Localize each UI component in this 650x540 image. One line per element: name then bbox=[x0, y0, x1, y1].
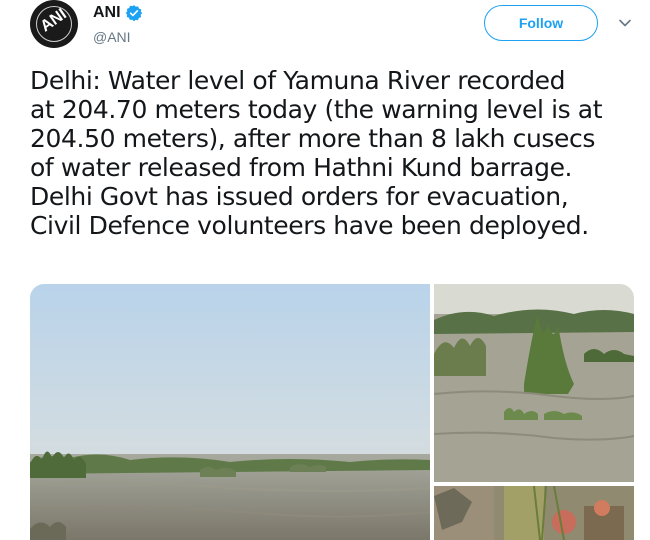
follow-button[interactable]: Follow bbox=[484, 5, 598, 41]
tweet-text: Delhi: Water level of Yamuna River recor… bbox=[30, 66, 645, 240]
tweet-text-line: Delhi: Water level of Yamuna River recor… bbox=[30, 66, 566, 95]
photo-submerged-shrubs[interactable] bbox=[434, 284, 634, 482]
tweet-text-line: Delhi Govt has issued orders for evacuat… bbox=[30, 182, 569, 211]
tweet-text-line: at 204.70 meters today (the warning leve… bbox=[30, 95, 603, 124]
display-name[interactable]: ANI bbox=[93, 4, 121, 22]
author-name-row[interactable]: ANI bbox=[93, 2, 143, 24]
author-handle[interactable]: @ANI bbox=[93, 29, 131, 45]
tweet-text-line: 204.50 meters), after more than 8 lakh c… bbox=[30, 124, 595, 153]
tweet-text-line: Civil Defence volunteers have been deplo… bbox=[30, 211, 589, 240]
tweet-text-line: of water released from Hathni Kund barra… bbox=[30, 153, 573, 182]
photo-riverbank-people[interactable] bbox=[434, 486, 634, 540]
avatar[interactable]: ANI bbox=[30, 0, 78, 48]
verified-badge-icon bbox=[125, 5, 142, 22]
photo-flooded-river[interactable] bbox=[30, 284, 430, 540]
media-grid bbox=[30, 284, 634, 540]
chevron-down-icon[interactable] bbox=[617, 15, 633, 31]
